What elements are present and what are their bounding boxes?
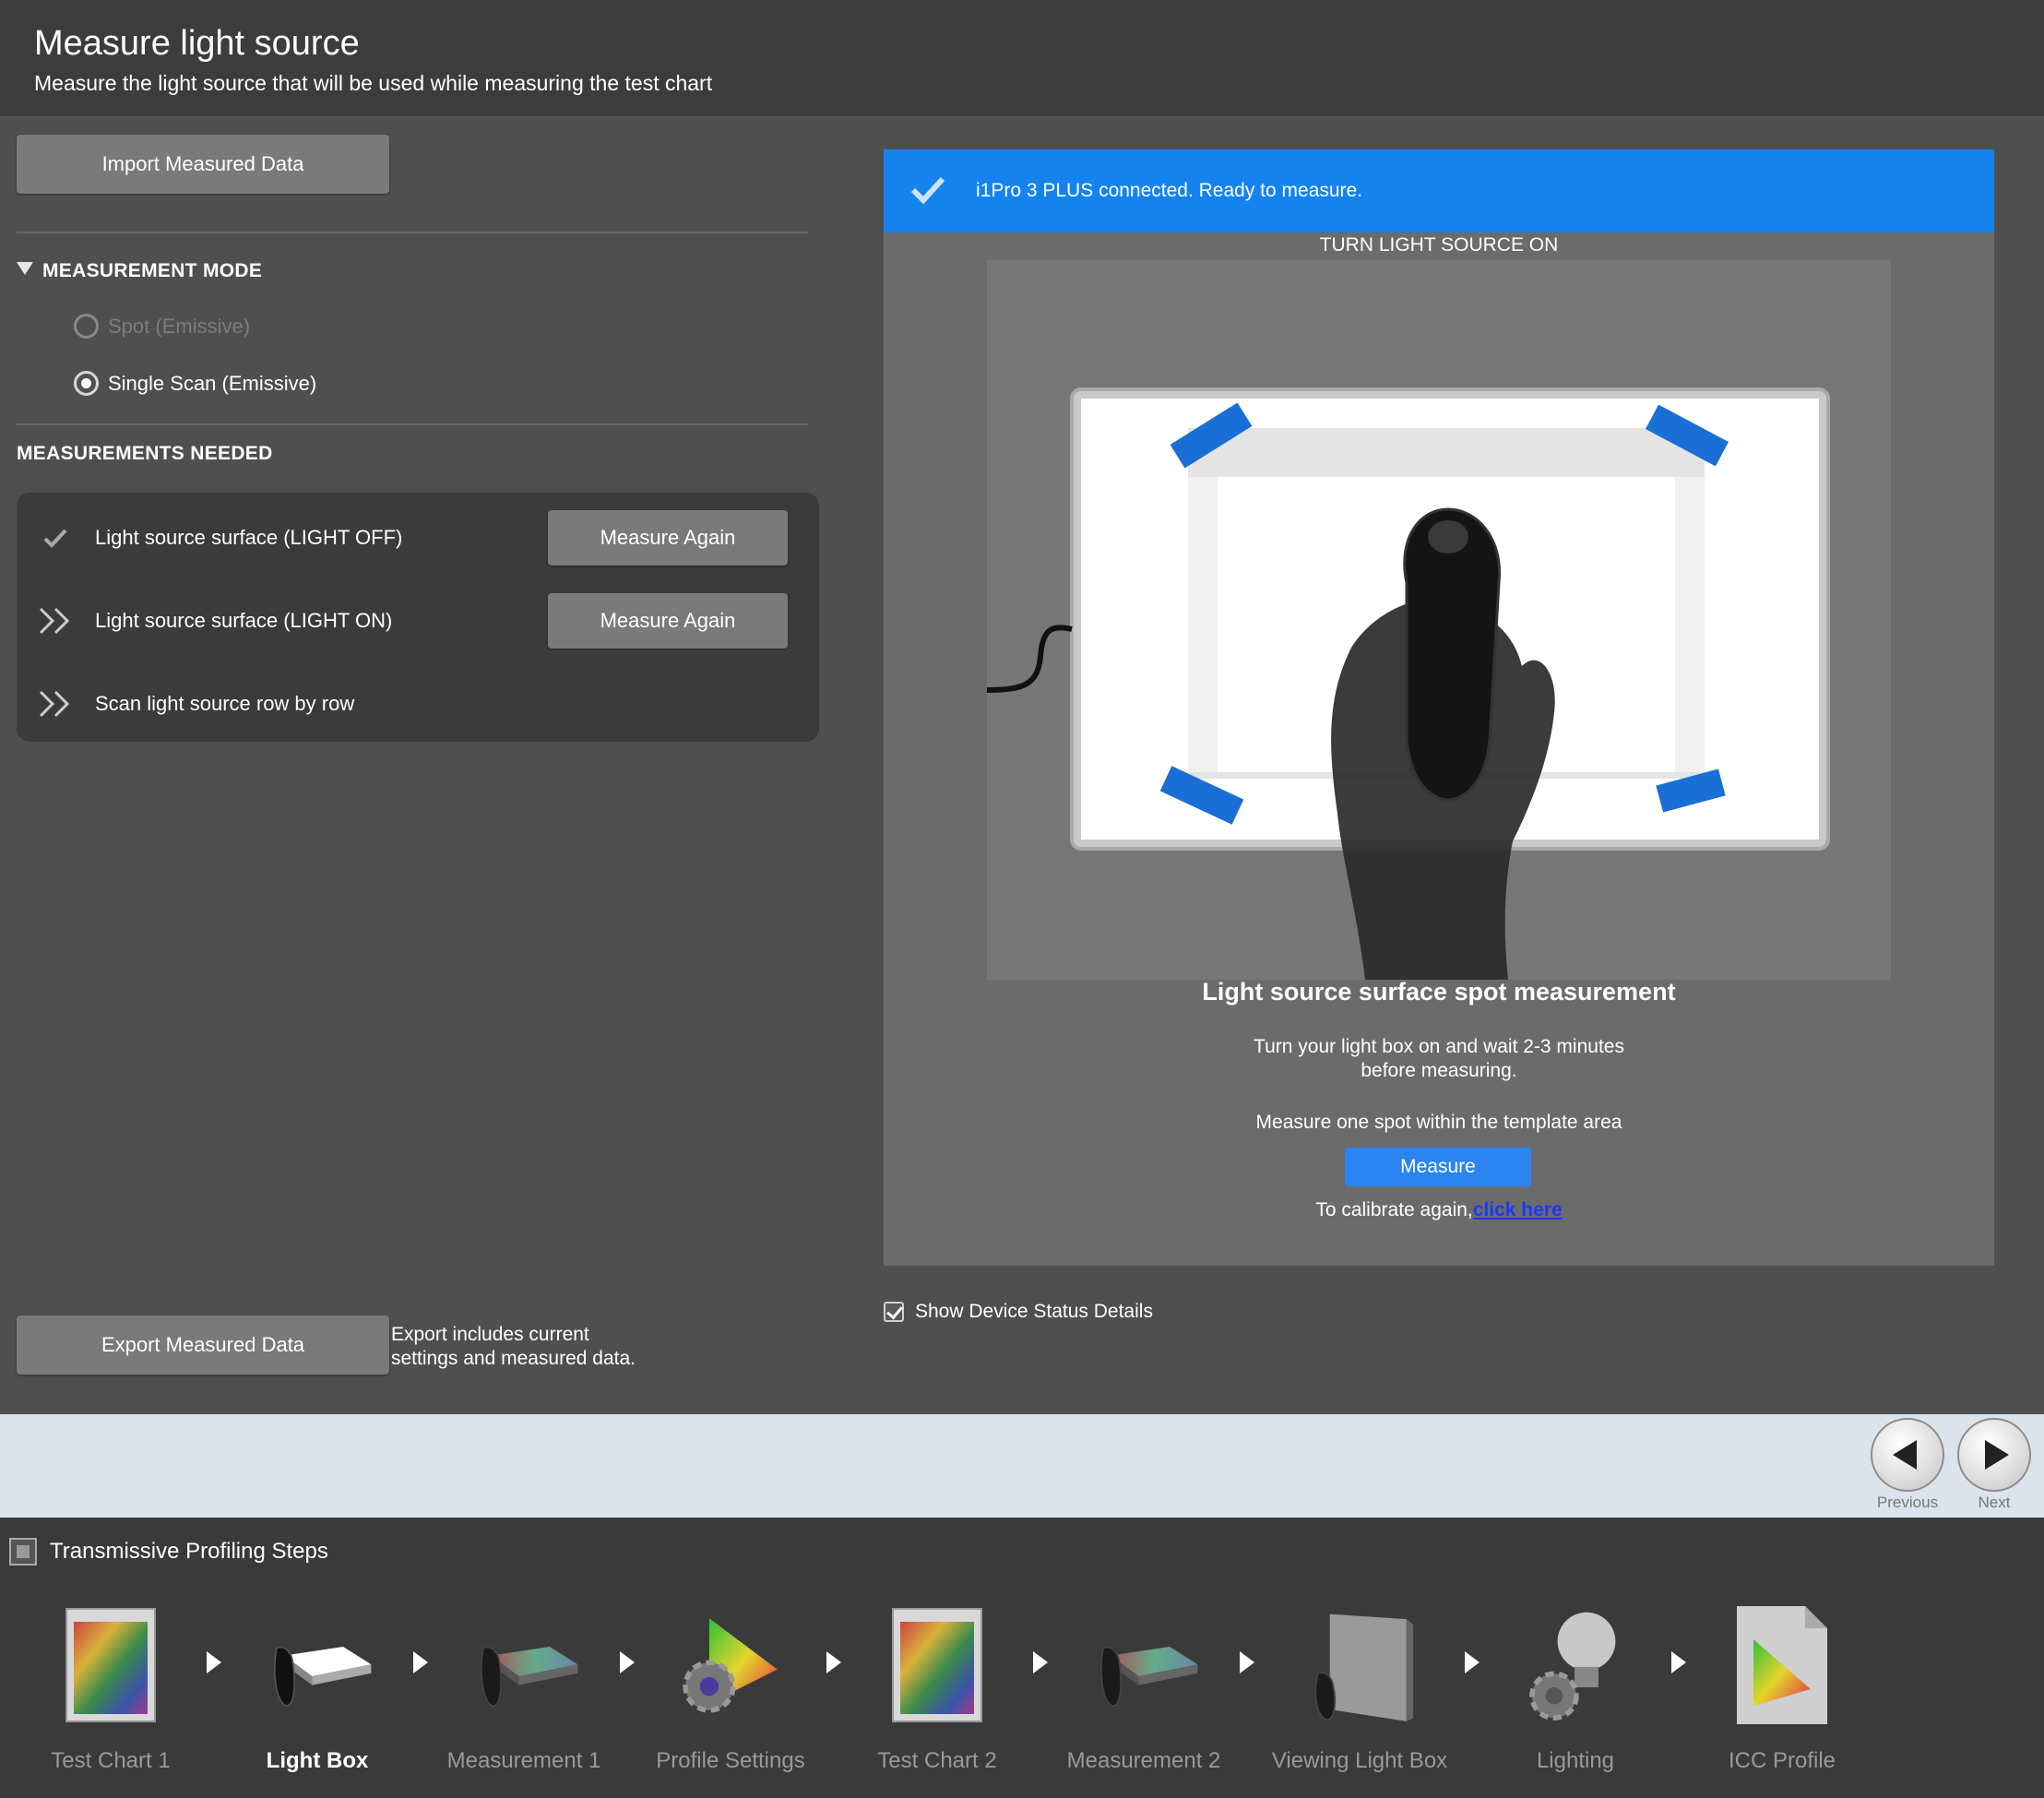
viewing-light-box-icon [1304,1601,1415,1730]
export-note: Export includes current settings and mea… [391,1324,636,1369]
import-measured-data-button[interactable]: Import Measured Data [17,135,389,194]
light-box-illustration [987,260,1891,980]
arrow-left-icon [1893,1440,1917,1470]
previous-label: Previous [1876,1494,1939,1511]
measure-button[interactable]: Measure [1345,1148,1531,1186]
icc-profile-icon [1727,1601,1837,1730]
measurement-item: Scan light source row by row [17,672,819,736]
step-arrow-icon [1033,1651,1048,1673]
divider [17,232,808,233]
steps-heading: Transmissive Profiling Steps [9,1538,328,1566]
measure-again-button[interactable]: Measure Again [548,593,788,649]
checkbox-checked-icon[interactable] [884,1302,904,1322]
show-device-status-checkbox-row[interactable]: Show Device Status Details [884,1301,1153,1323]
double-chevron-icon [37,602,74,639]
collapse-toggle-icon[interactable] [9,1538,37,1566]
device-status-bar: i1Pro 3 PLUS connected. Ready to measure… [884,149,1994,232]
step-arrow-icon [1465,1651,1480,1673]
measurement-item: Light source surface (LIGHT OFF) Measure… [17,506,819,570]
arrow-right-icon [1985,1440,2009,1470]
step-profile-settings[interactable]: Profile Settings [638,1601,823,1794]
step-test-chart-1[interactable]: Test Chart 1 [18,1601,203,1794]
radio-button-icon [74,314,99,339]
step-viewing-light-box[interactable]: Viewing Light Box [1267,1601,1452,1794]
step-arrow-icon [826,1651,841,1673]
measurements-needed-heading: MEASUREMENTS NEEDED [17,443,273,464]
main-area: Import Measured Data MEASUREMENT MODE Sp… [0,116,2044,1414]
measurement-icon [1088,1601,1199,1730]
instruction-text: Turn your light box on and wait 2-3 minu… [1254,1036,1624,1081]
next-label: Next [1978,1494,2011,1511]
instruction-panel: i1Pro 3 PLUS connected. Ready to measure… [884,149,1994,1266]
instruction-heading: TURN LIGHT SOURCE ON [1319,234,1559,256]
instruction-title: Light source surface spot measurement [1202,978,1676,1006]
navigation-bar: Previous Next [0,1414,2044,1518]
step-light-box[interactable]: Light Box [225,1601,410,1794]
step-measurement-1[interactable]: Measurement 1 [432,1601,616,1794]
mode-option-spot: Spot (Emissive) [74,314,250,339]
export-measured-data-button[interactable]: Export Measured Data [17,1316,389,1375]
light-box-measurement-image [987,387,1830,980]
step-measurement-2[interactable]: Measurement 2 [1052,1601,1236,1794]
measurement-mode-heading[interactable]: MEASUREMENT MODE [17,260,262,282]
step-icc-profile[interactable]: ICC Profile [1690,1601,1874,1794]
instruction-text-2: Measure one spot within the template are… [1255,1112,1622,1133]
profile-settings-icon [675,1601,786,1730]
step-arrow-icon [207,1651,221,1673]
page-header: Measure light source Measure the light s… [0,0,2044,116]
device-status-text: i1Pro 3 PLUS connected. Ready to measure… [976,180,1363,201]
test-chart-icon [55,1601,166,1730]
test-chart-icon [882,1601,992,1730]
measurement-item: Light source surface (LIGHT ON) Measure … [17,589,819,653]
radio-button-selected-icon[interactable] [74,371,99,396]
step-arrow-icon [1671,1651,1686,1673]
double-chevron-icon [37,685,74,722]
checkmark-icon [37,519,74,556]
divider [17,423,808,425]
previous-button[interactable] [1871,1418,1944,1492]
page-title: Measure light source [34,24,360,63]
measurement-icon [469,1601,579,1730]
mode-option-single-scan[interactable]: Single Scan (Emissive) [74,371,316,396]
measure-again-button[interactable]: Measure Again [548,510,788,566]
measurements-list: Light source surface (LIGHT OFF) Measure… [17,493,819,742]
next-button[interactable] [1957,1418,2031,1492]
profiling-steps-panel: Transmissive Profiling Steps Test Chart … [0,1518,2044,1798]
calibrate-again-text: To calibrate again,click here [1315,1199,1563,1220]
step-arrow-icon [413,1651,428,1673]
checkmark-icon [910,176,945,205]
step-lighting[interactable]: Lighting [1483,1601,1668,1794]
step-arrow-icon [1240,1651,1254,1673]
disclosure-triangle-icon[interactable] [17,262,33,275]
light-box-icon [262,1601,373,1730]
lighting-icon [1520,1601,1631,1730]
page-subtitle: Measure the light source that will be us… [34,71,713,95]
click-here-link[interactable]: click here [1473,1199,1563,1220]
step-test-chart-2[interactable]: Test Chart 2 [845,1601,1029,1794]
step-arrow-icon [620,1651,635,1673]
